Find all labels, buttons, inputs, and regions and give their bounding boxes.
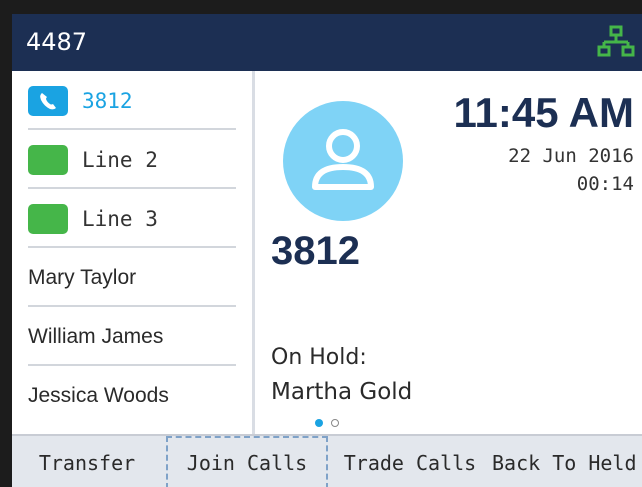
contact-jessica-woods[interactable]: Jessica Woods: [28, 366, 236, 425]
extension-number: 4487: [26, 28, 88, 56]
on-hold-name: Martha Gold: [271, 379, 413, 405]
trade-calls-softkey[interactable]: Trade Calls: [340, 436, 480, 487]
line-key-label: Line 2: [82, 148, 158, 172]
caller-avatar: [283, 101, 403, 221]
network-icon: [597, 25, 635, 57]
phone-screen: 4487 3812 Line 2 Line 3 Mary Taylor Will…: [12, 14, 642, 487]
line-sidebar: 3812 Line 2 Line 3 Mary Taylor William J…: [12, 71, 255, 443]
contact-label: William James: [28, 325, 164, 348]
clock-time: 11:45 AM: [453, 89, 634, 136]
line-key-label: 3812: [82, 89, 133, 113]
contact-label: Mary Taylor: [28, 266, 137, 289]
phone-icon: [28, 86, 68, 116]
contact-label: Jessica Woods: [28, 384, 169, 407]
clock-date: 22 Jun 2016: [508, 145, 634, 167]
call-duration: 00:14: [576, 173, 634, 195]
call-panel: 11:45 AM 22 Jun 2016 00:14 3812 On Hold:…: [255, 71, 642, 443]
page-indicator-active: [315, 419, 323, 427]
contact-mary-taylor[interactable]: Mary Taylor: [28, 248, 236, 307]
header-bar: 4487: [12, 14, 642, 71]
contact-william-james[interactable]: William James: [28, 307, 236, 366]
join-calls-softkey[interactable]: Join Calls: [166, 436, 328, 487]
page-indicator-inactive: [331, 419, 339, 427]
line-key-line-2[interactable]: Line 2: [28, 130, 236, 189]
line-status-indicator: [28, 204, 68, 234]
caller-number: 3812: [271, 229, 360, 273]
transfer-softkey[interactable]: Transfer: [22, 436, 152, 487]
line-key-3812[interactable]: 3812: [28, 71, 236, 130]
person-icon: [312, 129, 374, 190]
softkey-bar: Transfer Join Calls Trade Calls Back To …: [12, 434, 642, 487]
line-status-indicator: [28, 145, 68, 175]
line-key-label: Line 3: [82, 207, 158, 231]
back-to-held-softkey[interactable]: Back To Held: [492, 436, 642, 487]
line-key-line-3[interactable]: Line 3: [28, 189, 236, 248]
on-hold-label: On Hold:: [271, 345, 367, 370]
